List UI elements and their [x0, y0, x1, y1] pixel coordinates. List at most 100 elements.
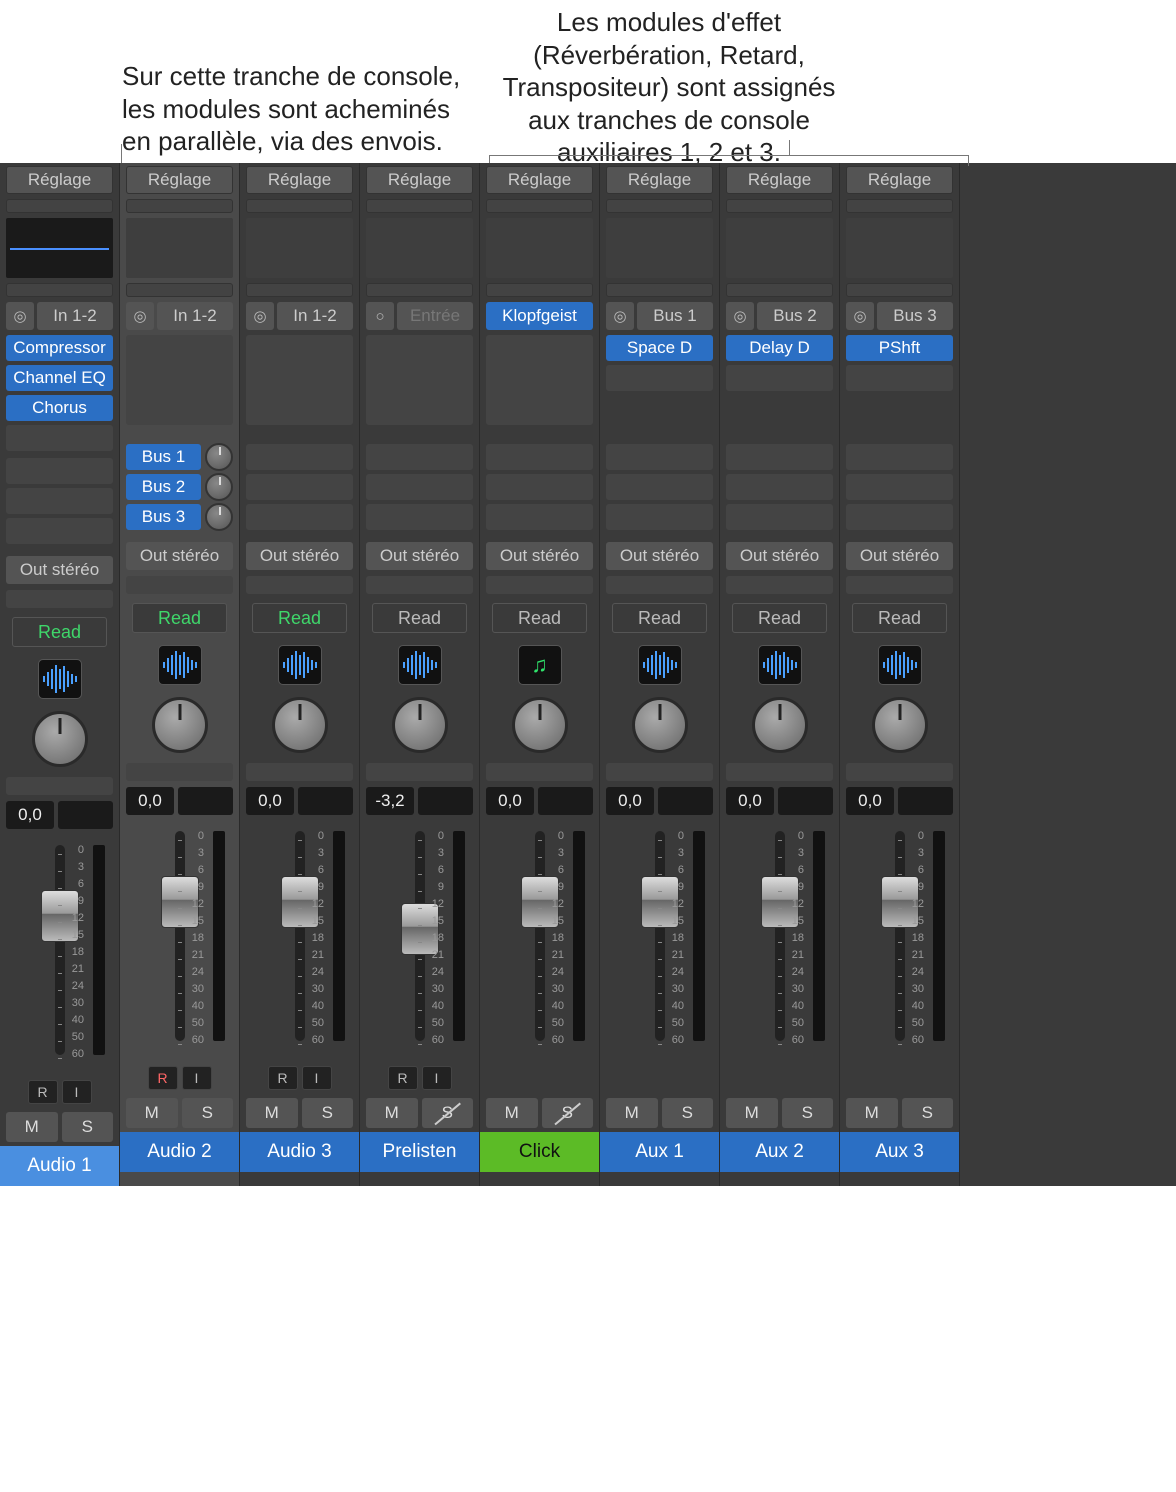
eq-thumbnail[interactable]	[486, 218, 593, 278]
send-level-knob[interactable]	[205, 473, 233, 501]
output-slot[interactable]: Out stéréo	[366, 542, 473, 570]
midi-fx-slot[interactable]	[6, 283, 113, 297]
track-name[interactable]: Prelisten	[360, 1132, 479, 1172]
group-slot[interactable]	[6, 590, 113, 608]
send-slot-empty[interactable]	[366, 444, 473, 470]
insert-slot-empty[interactable]	[126, 335, 233, 425]
automation-mode[interactable]: Read	[12, 617, 107, 647]
input-slot[interactable]: Bus 3	[877, 302, 953, 330]
send-level-knob[interactable]	[205, 503, 233, 531]
group-slot[interactable]	[486, 576, 593, 594]
send-slot-empty[interactable]	[6, 518, 113, 544]
setting-button[interactable]: Réglage	[606, 166, 713, 194]
output-slot[interactable]: Out stéréo	[126, 542, 233, 570]
input-monitor-button[interactable]: I	[422, 1066, 452, 1090]
eq-thumbnail[interactable]	[126, 218, 233, 278]
insert-slot-empty[interactable]	[486, 335, 593, 425]
automation-mode[interactable]: Read	[732, 603, 827, 633]
track-name[interactable]: Audio 3	[240, 1132, 359, 1172]
gain-slot[interactable]	[606, 199, 713, 213]
peak-display[interactable]	[898, 787, 953, 815]
track-name[interactable]: Aux 1	[600, 1132, 719, 1172]
insert-slot-empty[interactable]	[246, 335, 353, 425]
mute-button[interactable]: M	[366, 1098, 418, 1128]
solo-button[interactable]: S	[662, 1098, 714, 1128]
group-slot[interactable]	[246, 576, 353, 594]
send-slot-empty[interactable]	[846, 504, 953, 530]
automation-mode[interactable]: Read	[852, 603, 947, 633]
send-slot-empty[interactable]	[726, 444, 833, 470]
output-slot[interactable]: Out stéréo	[246, 542, 353, 570]
input-slot[interactable]: In 1-2	[277, 302, 353, 330]
track-name[interactable]: Aux 3	[840, 1132, 959, 1172]
input-slot[interactable]: Bus 2	[757, 302, 833, 330]
track-icon[interactable]: ♫	[518, 645, 562, 685]
record-enable-button[interactable]: R	[268, 1066, 298, 1090]
record-enable-button[interactable]: R	[148, 1066, 178, 1090]
mute-button[interactable]: M	[486, 1098, 538, 1128]
send-slot[interactable]: Bus 3	[126, 504, 201, 530]
send-slot-empty[interactable]	[846, 474, 953, 500]
solo-button[interactable]: S	[542, 1098, 594, 1128]
track-icon[interactable]	[638, 645, 682, 685]
pan-knob[interactable]	[632, 697, 688, 753]
instrument-slot[interactable]: Klopfgeist	[486, 302, 593, 330]
track-icon[interactable]	[38, 659, 82, 699]
solo-button[interactable]: S	[782, 1098, 834, 1128]
track-icon[interactable]	[158, 645, 202, 685]
pan-knob[interactable]	[872, 697, 928, 753]
track-name[interactable]: Click	[480, 1132, 599, 1172]
eq-thumbnail[interactable]	[846, 218, 953, 278]
send-slot-empty[interactable]	[846, 444, 953, 470]
eq-thumbnail[interactable]	[606, 218, 713, 278]
pan-knob[interactable]	[752, 697, 808, 753]
input-slot[interactable]: Bus 1	[637, 302, 713, 330]
group-slot[interactable]	[726, 576, 833, 594]
track-name[interactable]: Audio 1	[0, 1146, 119, 1186]
setting-button[interactable]: Réglage	[6, 166, 113, 194]
midi-fx-slot[interactable]	[726, 283, 833, 297]
solo-button[interactable]: S	[302, 1098, 354, 1128]
input-slot[interactable]: In 1-2	[157, 302, 233, 330]
input-format-icon[interactable]: ◎	[246, 302, 274, 330]
send-slot-empty[interactable]	[246, 444, 353, 470]
output-slot[interactable]: Out stéréo	[6, 556, 113, 584]
insert-slot-empty[interactable]	[846, 365, 953, 391]
track-icon[interactable]	[398, 645, 442, 685]
mute-button[interactable]: M	[726, 1098, 778, 1128]
record-enable-button[interactable]: R	[388, 1066, 418, 1090]
peak-display[interactable]	[418, 787, 473, 815]
insert-slot[interactable]: PShft	[846, 335, 953, 361]
solo-button[interactable]: S	[422, 1098, 474, 1128]
track-icon[interactable]	[758, 645, 802, 685]
input-monitor-button[interactable]: I	[302, 1066, 332, 1090]
send-slot-empty[interactable]	[726, 504, 833, 530]
peak-display[interactable]	[178, 787, 233, 815]
send-slot-empty[interactable]	[726, 474, 833, 500]
input-format-icon[interactable]: ◎	[126, 302, 154, 330]
output-slot[interactable]: Out stéréo	[486, 542, 593, 570]
peak-display[interactable]	[58, 801, 113, 829]
pan-knob[interactable]	[152, 697, 208, 753]
send-slot-empty[interactable]	[366, 474, 473, 500]
automation-mode[interactable]: Read	[132, 603, 227, 633]
insert-slot[interactable]: Channel EQ	[6, 365, 113, 391]
send-slot-empty[interactable]	[6, 458, 113, 484]
insert-slot[interactable]: Chorus	[6, 395, 113, 421]
solo-button[interactable]: S	[902, 1098, 954, 1128]
automation-mode[interactable]: Read	[612, 603, 707, 633]
send-slot-empty[interactable]	[486, 474, 593, 500]
insert-slot[interactable]: Delay D	[726, 335, 833, 361]
gain-slot[interactable]	[246, 199, 353, 213]
gain-slot[interactable]	[366, 199, 473, 213]
gain-slot[interactable]	[126, 199, 233, 213]
mute-button[interactable]: M	[246, 1098, 298, 1128]
peak-display[interactable]	[298, 787, 353, 815]
automation-mode[interactable]: Read	[252, 603, 347, 633]
track-icon[interactable]	[278, 645, 322, 685]
mute-button[interactable]: M	[126, 1098, 178, 1128]
gain-slot[interactable]	[846, 199, 953, 213]
gain-slot[interactable]	[726, 199, 833, 213]
pan-knob[interactable]	[512, 697, 568, 753]
send-slot-empty[interactable]	[606, 444, 713, 470]
